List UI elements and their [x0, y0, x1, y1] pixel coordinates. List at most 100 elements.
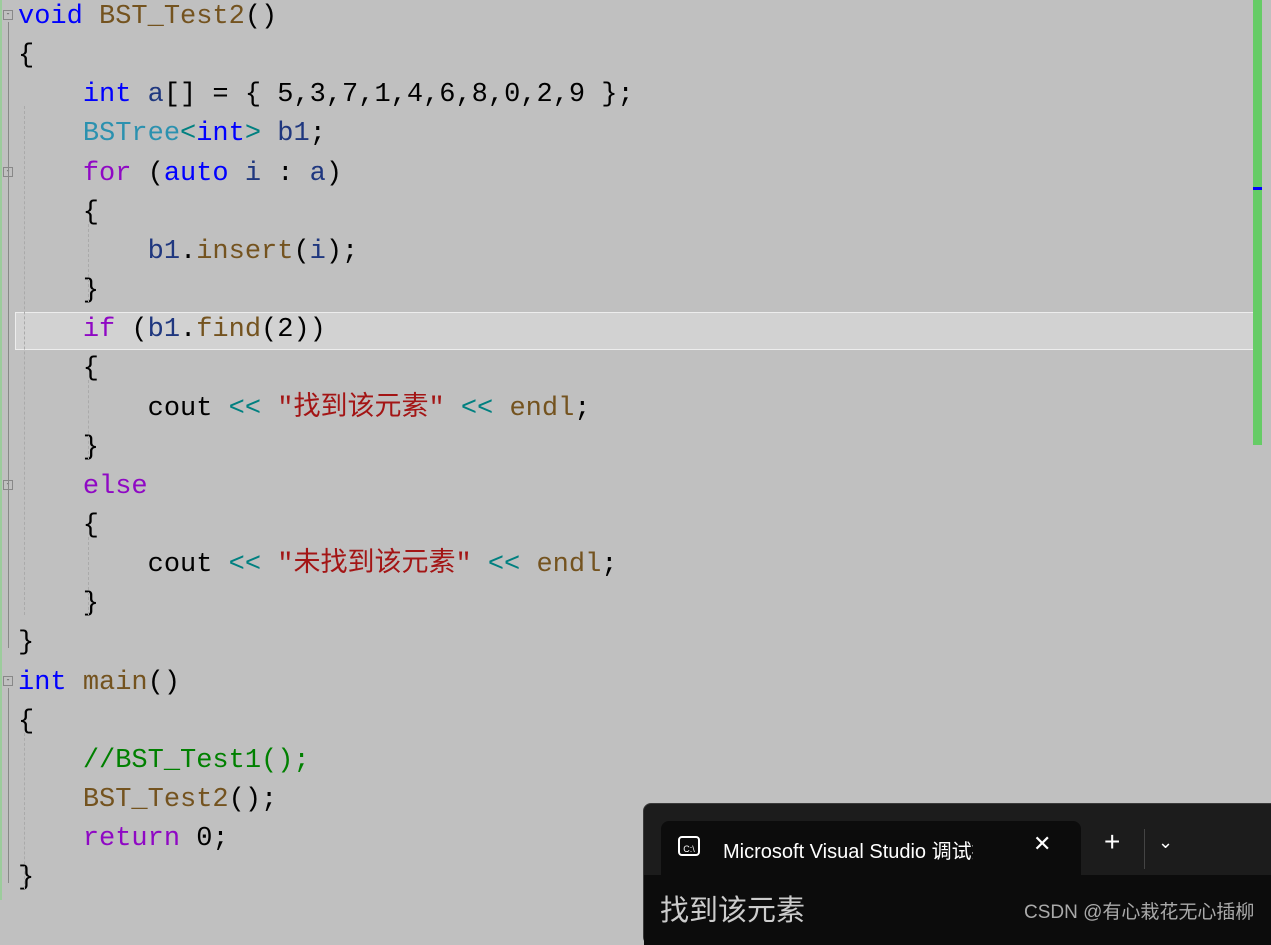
code-token: "找到该元素" [277, 393, 445, 424]
code-token: int [82, 80, 132, 111]
code-token: } [18, 863, 35, 894]
code-token: } [18, 628, 35, 659]
fold-toggle-icon[interactable]: - [3, 675, 13, 686]
code-token: i [244, 158, 262, 189]
code-token: b1 [147, 236, 181, 267]
code-token: << [487, 550, 521, 581]
code-token: () [147, 667, 181, 698]
code-token: ) [325, 158, 343, 189]
code-token: "未找到该元素" [277, 550, 472, 581]
terminal-tab[interactable]: C:\ Microsoft Visual Studio 调试控制台 ✕ [661, 821, 1081, 875]
code-line: } [18, 585, 99, 624]
code-token: ; [601, 550, 618, 581]
code-token: << [228, 393, 262, 424]
code-token: << [228, 550, 262, 581]
code-token: b1 [277, 119, 310, 150]
code-token: return [82, 824, 181, 855]
code-line: BST_Test2(); [18, 781, 277, 820]
code-token: endl [536, 550, 602, 581]
watermark: CSDN @有心栽花无心插柳 [1024, 902, 1255, 923]
code-token: } [18, 276, 100, 307]
code-line: { [18, 703, 34, 742]
code-token: } [18, 589, 100, 620]
code-token: { [18, 197, 100, 228]
indent-guide [88, 536, 89, 616]
code-token: cout [18, 550, 229, 581]
code-line: { [18, 350, 99, 389]
fold-outline [8, 687, 9, 884]
divider [1144, 829, 1145, 869]
code-line: //BST_Test1(); [18, 742, 310, 781]
code-token: > [244, 119, 262, 150]
scrollbar[interactable] [1253, 0, 1262, 445]
code-token: (2)) [261, 315, 326, 346]
code-token: main [82, 667, 148, 698]
code-editor[interactable]: void BST_Test2(){ int a[] = { 5,3,7,1,4,… [0, 0, 1262, 928]
code-token: cout [18, 393, 229, 424]
code-line: else [18, 468, 148, 507]
code-line: return 0; [18, 820, 229, 859]
close-icon[interactable]: ✕ [1033, 831, 1051, 857]
code-token: ( [293, 236, 310, 267]
code-token: { [18, 41, 35, 72]
chevron-down-icon[interactable]: ⌄ [1158, 832, 1173, 853]
code-line: cout << "找到该元素" << endl; [18, 390, 591, 429]
indent-guide [24, 106, 25, 616]
code-token: BST_Test2 [99, 2, 245, 32]
code-line: int a[] = { 5,3,7,1,4,6,8,0,2,9 }; [18, 76, 634, 115]
change-gutter [0, 0, 2, 900]
code-token: { [18, 706, 35, 737]
code-line: } [18, 272, 99, 311]
code-line: BSTree<int> b1; [18, 115, 326, 154]
indent-guide [88, 380, 89, 459]
code-line: b1.insert(i); [18, 233, 359, 272]
code-line: { [18, 507, 99, 546]
code-line: } [18, 624, 34, 663]
code-token: i [309, 236, 326, 267]
code-token: [] = { 5,3,7,1,4,6,8,0,2,9 }; [163, 80, 634, 111]
indent-guide [88, 223, 89, 303]
new-tab-button[interactable]: + [1104, 828, 1120, 856]
tab-title: Microsoft Visual Studio 调试控制台 [723, 841, 973, 863]
code-token: void [18, 2, 83, 32]
code-token: endl [509, 393, 575, 424]
code-token: ); [325, 236, 359, 267]
code-token: for [82, 158, 132, 189]
terminal-output: 找到该元素 [660, 895, 806, 927]
code-line: int main() [18, 664, 180, 703]
code-line: if (b1.find(2)) [18, 311, 326, 350]
code-line: { [18, 37, 34, 76]
code-token: 0; [180, 824, 229, 855]
code-token: insert [196, 236, 294, 267]
code-token: b1 [147, 315, 181, 346]
code-token: : [261, 158, 310, 189]
code-line: } [18, 859, 34, 898]
code-token: a [147, 80, 164, 111]
code-token: a [309, 158, 326, 189]
code-token: //BST_Test1(); [82, 745, 310, 776]
code-token: < [180, 119, 197, 150]
code-token: BSTree [82, 119, 181, 150]
code-line: } [18, 429, 99, 468]
code-token: if [82, 315, 116, 346]
code-token: BST_Test2 [82, 785, 229, 815]
code-line: { [18, 194, 99, 233]
code-token: find [196, 315, 262, 346]
code-token: else [82, 471, 148, 502]
fold-toggle-icon[interactable]: - [3, 10, 13, 20]
